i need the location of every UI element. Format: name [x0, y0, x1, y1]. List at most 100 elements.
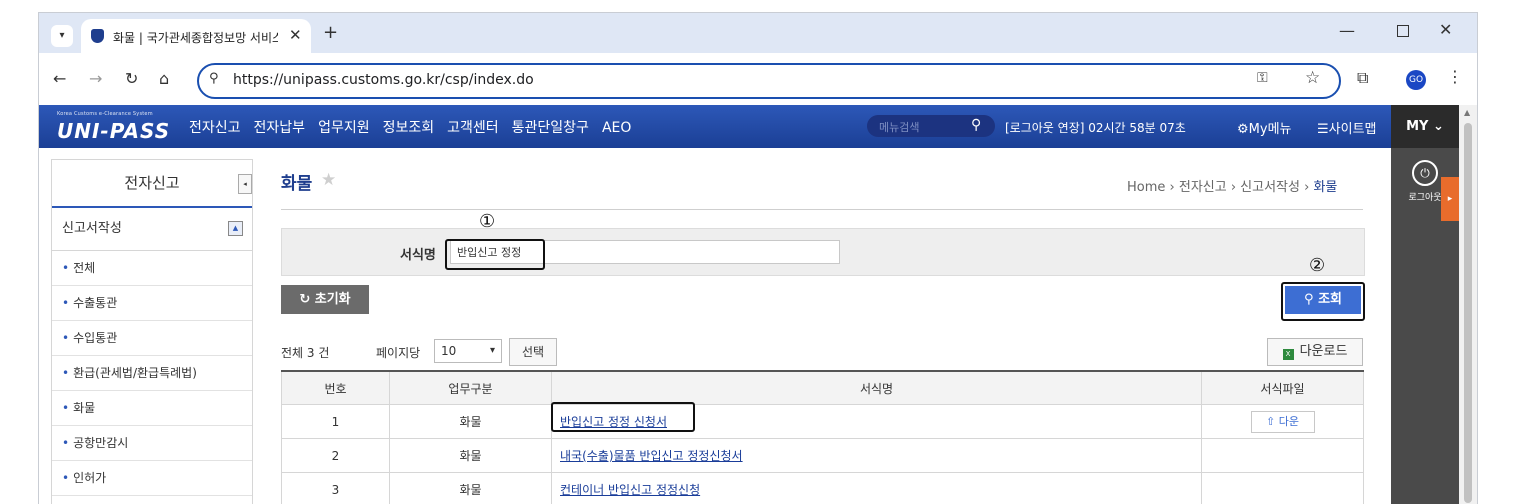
minimize-icon[interactable]: —	[1339, 21, 1355, 40]
breadcrumb-item[interactable]: Home	[1127, 180, 1165, 195]
form-link[interactable]: 내국(수출)물품 반입신고 정정신청서	[560, 449, 743, 463]
sidebar-item[interactable]: •공항만감시	[52, 426, 252, 461]
column-header: 번호	[282, 371, 390, 405]
close-tab-icon[interactable]: ✕	[289, 26, 302, 44]
site-header: Korea Customs e-Clearance System UNI-PAS…	[39, 105, 1391, 148]
breadcrumb: Home › 전자신고 › 신고서작성 › 화물	[1127, 176, 1337, 195]
page-scrollbar[interactable]: ▲	[1459, 105, 1477, 504]
reset-button[interactable]: ↻ 초기화	[281, 285, 369, 314]
tab-bar: ▾ 화물 | 국가관세종합정보망 서비스 ✕ + — ✕	[39, 13, 1477, 53]
my-button[interactable]: MY ⌄	[1391, 105, 1459, 148]
per-page-label: 페이지당	[376, 344, 420, 361]
form-name-label: 서식명	[400, 244, 436, 263]
nav-item[interactable]: 업무지원	[318, 120, 370, 136]
highlight-box	[1281, 282, 1365, 321]
site-info-icon[interactable]: ⚲	[209, 71, 219, 86]
browser-menu-icon[interactable]: ⋮	[1447, 67, 1463, 86]
rail-expand-tab[interactable]: ▸	[1441, 177, 1459, 221]
column-header: 업무구분	[390, 371, 552, 405]
form-link[interactable]: 컨테이너 반입신고 정정신청	[560, 483, 700, 497]
menu-search-input[interactable]: 메뉴검색 ⚲	[867, 115, 995, 137]
site-favicon-icon	[91, 29, 104, 43]
nav-item[interactable]: 고객센터	[447, 120, 499, 136]
favorite-star-icon[interactable]: ★	[321, 170, 336, 190]
column-header: 서식파일	[1202, 371, 1364, 405]
sidebar-item[interactable]: •수출통관	[52, 286, 252, 321]
divider	[281, 209, 1363, 210]
nav-item[interactable]: 전자납부	[254, 120, 306, 136]
page-title: 화물	[281, 169, 312, 194]
sidebar-item[interactable]: •전체	[52, 251, 252, 286]
breadcrumb-item[interactable]: 신고서작성	[1240, 180, 1300, 195]
tab-title: 화물 | 국가관세종합정보망 서비스	[113, 29, 278, 46]
scroll-thumb[interactable]	[1464, 123, 1472, 503]
annotation-marker: ②	[1309, 255, 1325, 276]
browser-tab[interactable]: 화물 | 국가관세종합정보망 서비스 ✕	[81, 19, 311, 53]
row-file	[1202, 439, 1364, 473]
maximize-icon[interactable]	[1397, 25, 1409, 37]
table-row: 3 화물 컨테이너 반입신고 정정신청	[282, 473, 1364, 504]
highlight-box	[551, 402, 695, 432]
apply-per-page-button[interactable]: 선택	[509, 338, 557, 366]
quick-rail: MY ⌄ ⏻ 로그아웃 ▸	[1391, 105, 1459, 504]
row-file	[1202, 473, 1364, 504]
highlight-box	[445, 239, 545, 270]
session-timer[interactable]: [로그아웃 연장] 02시간 58분 07초	[1005, 119, 1186, 136]
forward-icon[interactable]: →	[89, 69, 102, 88]
per-page-select[interactable]: 10▾	[434, 339, 502, 363]
breadcrumb-current: 화물	[1313, 180, 1337, 195]
side-menu: 전자신고 ◂ 신고서작성 ▲ •전체 •수출통관 •수입통관 •환급(관세법/환…	[51, 159, 253, 504]
table-header-row: 번호 업무구분 서식명 서식파일	[282, 371, 1364, 405]
side-menu-title: 전자신고 ◂	[52, 160, 252, 208]
profile-avatar[interactable]: GO	[1406, 70, 1426, 90]
table-row: 1 화물 반입신고 정정 신청서 ⇧ 다운	[282, 405, 1364, 439]
sidebar-item[interactable]: •환급(관세법/환급특례법)	[52, 356, 252, 391]
mymenu-link[interactable]: ⚙My메뉴	[1237, 118, 1292, 137]
row-category: 화물	[390, 405, 552, 439]
row-category: 화물	[390, 439, 552, 473]
download-list-button[interactable]: X다운로드	[1267, 338, 1363, 366]
row-category: 화물	[390, 473, 552, 504]
browser-window: ▾ 화물 | 국가관세종합정보망 서비스 ✕ + — ✕ ← → ↻ ⌂ ⚲ h…	[38, 12, 1478, 504]
hamburger-icon: ☰	[1317, 122, 1329, 137]
excel-icon: X	[1283, 349, 1294, 360]
breadcrumb-item[interactable]: 전자신고	[1179, 180, 1227, 195]
back-icon[interactable]: ←	[53, 69, 66, 88]
table-row: 2 화물 내국(수출)물품 반입신고 정정신청서	[282, 439, 1364, 473]
unipass-logo[interactable]: Korea Customs e-Clearance System UNI-PAS…	[57, 111, 170, 143]
scroll-up-icon[interactable]: ▲	[1464, 108, 1470, 117]
collapse-sidebar-icon[interactable]: ◂	[238, 174, 252, 194]
nav-item[interactable]: 통관단일창구	[512, 120, 589, 136]
row-number: 3	[282, 473, 390, 504]
sidebar-item-active[interactable]: •화물	[52, 391, 252, 426]
sitemap-link[interactable]: ☰사이트맵	[1317, 118, 1377, 137]
sidebar-item[interactable]: •수입통관	[52, 321, 252, 356]
nav-item[interactable]: 정보조회	[383, 120, 435, 136]
form-table: 번호 업무구분 서식명 서식파일 1 화물 반입신고 정정 신청서 ⇧ 다운 2…	[281, 370, 1364, 504]
sidebar-item[interactable]: •인허가	[52, 461, 252, 496]
total-count: 전체 3 건	[281, 344, 329, 361]
power-icon: ⏻	[1412, 160, 1438, 186]
new-tab-icon[interactable]: +	[323, 22, 338, 43]
password-key-icon[interactable]: ⚿	[1257, 70, 1268, 86]
extensions-icon[interactable]: ⧉	[1357, 68, 1368, 88]
search-panel: 서식명	[281, 228, 1365, 276]
section-toggle-icon[interactable]: ▲	[228, 221, 243, 236]
url-text: https://unipass.customs.go.kr/csp/index.…	[233, 72, 534, 88]
column-header: 서식명	[552, 371, 1202, 405]
file-download-button[interactable]: ⇧ 다운	[1251, 411, 1315, 433]
upload-tray-icon: ⇧	[1266, 415, 1275, 428]
reload-icon[interactable]: ↻	[125, 69, 138, 88]
side-menu-section[interactable]: 신고서작성 ▲	[52, 208, 252, 251]
nav-item[interactable]: AEO	[602, 120, 631, 136]
close-window-icon[interactable]: ✕	[1439, 20, 1452, 39]
home-icon[interactable]: ⌂	[159, 69, 169, 88]
bookmark-star-icon[interactable]: ☆	[1305, 68, 1320, 88]
search-icon[interactable]: ⚲	[971, 117, 981, 133]
chevron-down-icon: ▾	[490, 340, 495, 362]
address-bar[interactable]: ⚲ https://unipass.customs.go.kr/csp/inde…	[197, 63, 1341, 99]
global-nav: 전자신고 전자납부 업무지원 정보조회 고객센터 통관단일창구 AEO	[189, 117, 644, 137]
nav-item[interactable]: 전자신고	[189, 120, 241, 136]
tab-search-icon[interactable]: ▾	[51, 25, 73, 47]
gear-icon: ⚙	[1237, 122, 1249, 137]
